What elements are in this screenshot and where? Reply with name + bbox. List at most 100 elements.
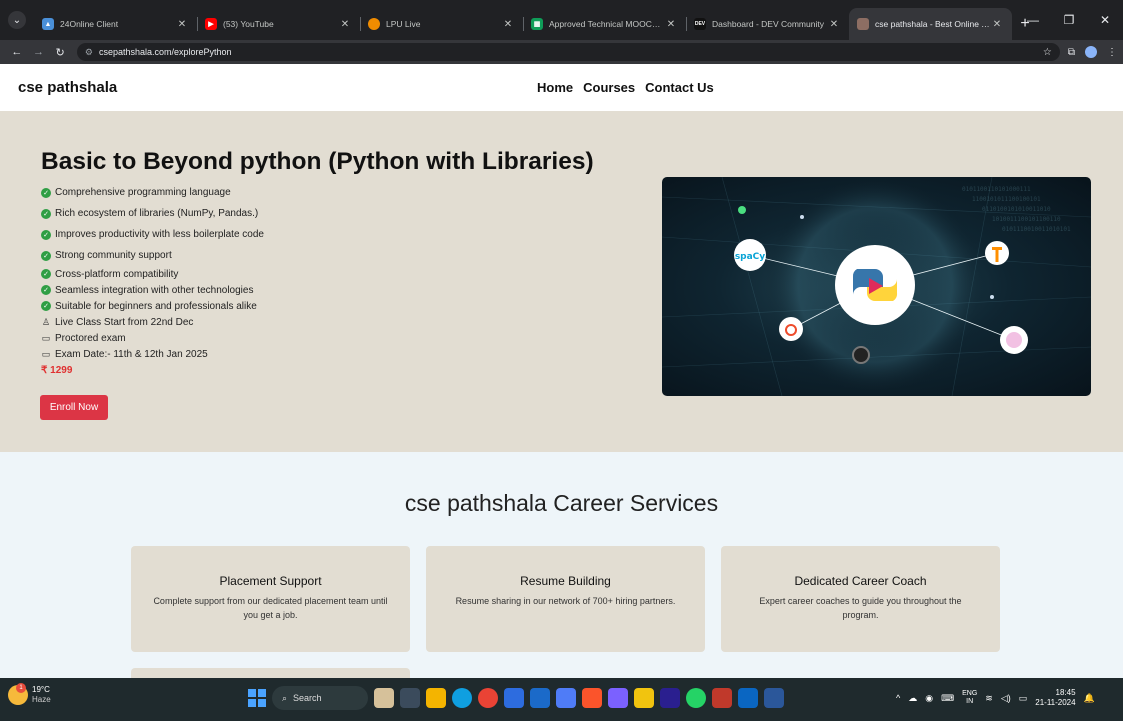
minimize-icon[interactable]: — [1015,0,1051,40]
system-tray: ^ ☁ ◉ ⌨ ENG IN ≋ ◁) ▭ 18:45 21-11-2024 🔔 [896,688,1095,708]
store-app-icon[interactable] [504,688,524,708]
reload-icon[interactable]: ↻ [49,46,71,59]
browser-toolbar: ← → ↻ ⚙ csepathshala.com/explorePython ☆… [0,40,1123,64]
detail-item: ♙ Live Class Start from 22nd Dec [41,314,264,330]
card-text: Resume sharing in our network of 700+ hi… [455,596,676,606]
lpu-icon [368,18,380,30]
site-navbar: cse pathshala Home Courses Contact Us [0,64,1123,111]
copilot-app-icon[interactable] [608,688,628,708]
edge-browser-icon[interactable] [452,688,472,708]
app-tray-icon[interactable]: ◉ [925,693,933,704]
address-bar[interactable]: ⚙ csepathshala.com/explorePython ☆ [76,43,1060,61]
browser-tab[interactable]: DEV Dashboard - DEV Community ✕ [686,8,849,40]
tab-title: Approved Technical MOOCs - G [549,19,664,29]
card-title: Dedicated Career Coach [794,574,927,588]
weather-condition: Haze [32,695,51,704]
forward-arrow-icon[interactable]: → [28,46,50,58]
detail-text: Exam Date:- 11th & 12th Jan 2025 [55,348,208,360]
file-explorer-icon[interactable] [426,688,446,708]
url-text: csepathshala.com/explorePython [98,47,232,57]
nav-link-home[interactable]: Home [537,80,573,95]
svg-text:1010011100101100110: 1010011100101100110 [992,216,1061,223]
close-window-icon[interactable]: ✕ [1087,0,1123,40]
svg-text:0101110010011010101: 0101110010011010101 [1002,226,1071,233]
check-circle-icon: ✓ [41,250,51,261]
feature-text: Comprehensive programming language [55,187,231,198]
close-icon[interactable]: ✕ [175,19,189,30]
outlook-app-icon[interactable] [738,688,758,708]
whatsapp-icon[interactable] [686,688,706,708]
system-clock[interactable]: 18:45 21-11-2024 [1035,688,1075,708]
close-icon[interactable]: ✕ [990,19,1004,30]
card-text: Expert career coaches to guide you throu… [759,596,962,620]
close-icon[interactable]: ✕ [338,19,352,30]
premiere-app-icon[interactable] [660,688,680,708]
course-price: ₹ 1299 [41,365,73,376]
extensions-icon[interactable]: ⧉ [1068,47,1075,58]
feature-item: ✓ Comprehensive programming language [41,182,264,203]
browser-tab-strip: ⌄ ▲ 24Online Client ✕ ▶ (53) YouTube ✕ L… [0,0,1123,40]
task-view-icon[interactable] [400,688,420,708]
card-text: Complete support from our dedicated plac… [153,596,388,620]
feature-item: ✓ Suitable for beginners and professional… [41,298,264,314]
more-menu-icon[interactable]: ⋮ [1107,47,1117,58]
profile-avatar[interactable] [1085,46,1098,58]
notification-bell-icon[interactable]: 🔔 [1084,693,1095,704]
back-arrow-icon[interactable]: ← [6,46,28,58]
feature-item: ✓ Improves productivity with less boilerp… [41,224,264,245]
language-indicator[interactable]: ENG IN [962,690,977,706]
person-icon: ♙ [41,316,51,327]
restore-icon[interactable]: ❐ [1051,0,1087,40]
site-icon [857,18,869,30]
tray-overflow-icon[interactable]: ^ [896,693,900,703]
wifi-icon[interactable]: ≋ [985,693,993,704]
battery-icon[interactable]: ▭ [1019,693,1028,704]
tab-search-button[interactable]: ⌄ [0,0,34,40]
browser-tab-active[interactable]: cse pathshala - Best Online Tut ✕ [849,8,1012,40]
site-brand[interactable]: cse pathshala [18,79,117,96]
laptop-icon: ▭ [41,348,51,359]
card-title: Resume Building [520,574,611,588]
banner-graphic: 0101100110101000111 1100101011100100101 … [662,177,1091,396]
career-card-resume: Resume Building Resume sharing in our ne… [426,546,705,652]
nav-link-contact[interactable]: Contact Us [645,80,714,95]
browser-tab[interactable]: ▲ 24Online Client ✕ [34,8,197,40]
windows-start-icon[interactable] [248,689,266,707]
keyboard-icon[interactable]: ⌨ [941,693,954,704]
app-icon[interactable] [530,688,550,708]
site-info-icon[interactable]: ⚙ [85,47,93,58]
spacy-label: spaCy [735,252,765,262]
close-icon[interactable]: ✕ [664,19,678,30]
volume-icon[interactable]: ◁) [1001,693,1011,704]
region-code: IN [966,698,974,705]
widgets-app-icon[interactable] [374,688,394,708]
enroll-now-button[interactable]: Enroll Now [40,395,108,420]
browser-tab[interactable]: ▦ Approved Technical MOOCs - G ✕ [523,8,686,40]
feature-text: Rich ecosystem of libraries (NumPy, Pand… [55,208,259,219]
app-icon[interactable] [634,688,654,708]
feature-item: ✓ Rich ecosystem of libraries (NumPy, Pan… [41,203,264,224]
detail-item: ▭ Proctored exam [41,330,264,346]
word-app-icon[interactable] [764,688,784,708]
onedrive-icon[interactable]: ☁ [908,693,917,704]
course-title: Basic to Beyond python (Python with Libr… [41,148,594,175]
detail-text: Live Class Start from 22nd Dec [55,316,194,328]
career-card-coach: Dedicated Career Coach Expert career coa… [721,546,1000,652]
bookmark-star-icon[interactable]: ☆ [1043,47,1052,58]
close-icon[interactable]: ✕ [827,19,841,30]
toolbar-actions: ⧉ ⋮ [1068,46,1117,58]
app-icon[interactable] [712,688,732,708]
nav-link-courses[interactable]: Courses [583,80,635,95]
brave-browser-icon[interactable] [582,688,602,708]
teams-app-icon[interactable] [556,688,576,708]
feature-list: ✓ Comprehensive programming language ✓ Ric… [41,182,264,362]
career-cards: Placement Support Complete support from … [131,546,1000,652]
taskbar-apps: ⌕ Search [248,686,784,710]
close-icon[interactable]: ✕ [501,19,515,30]
browser-tab[interactable]: LPU Live ✕ [360,8,523,40]
taskbar-search[interactable]: ⌕ Search [272,686,368,710]
weather-widget[interactable]: 1 19°C Haze [8,683,51,705]
browser-tab[interactable]: ▶ (53) YouTube ✕ [197,8,360,40]
chrome-browser-icon[interactable] [478,688,498,708]
course-hero: Basic to Beyond python (Python with Libr… [0,111,1123,452]
